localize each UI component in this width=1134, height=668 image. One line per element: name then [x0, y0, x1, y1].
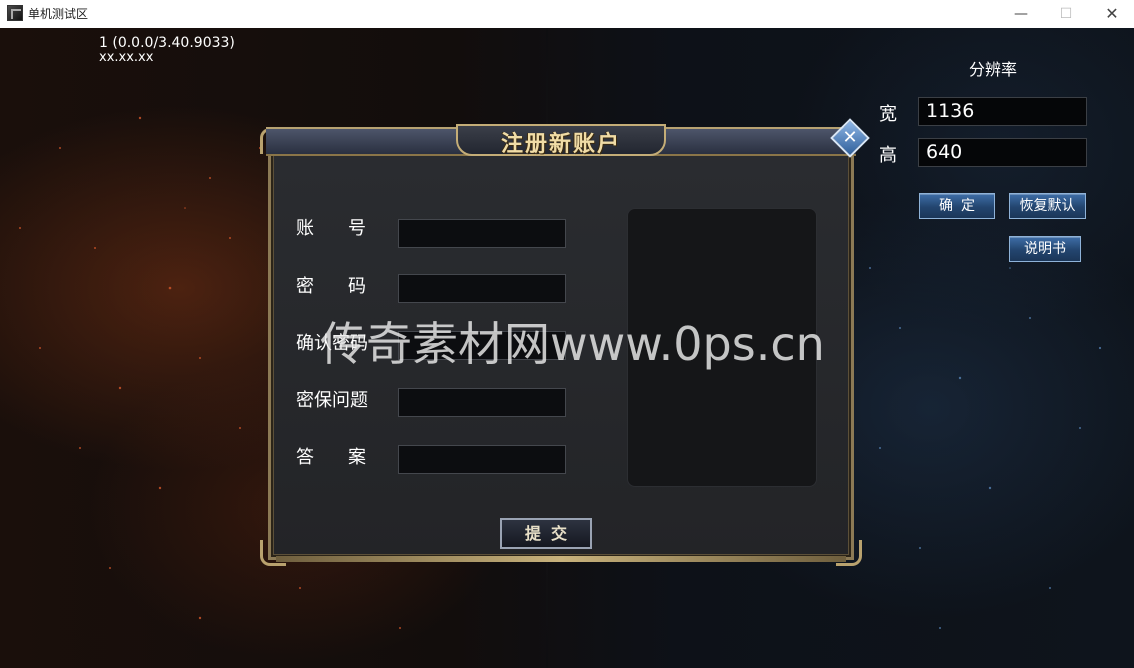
answer-label: 答案: [296, 447, 400, 468]
resolution-height-label: 高: [879, 145, 897, 166]
account-input[interactable]: [398, 219, 566, 248]
dialog-title: 注册新账户: [500, 131, 621, 157]
password-input[interactable]: [398, 274, 566, 303]
close-icon[interactable]: ✕: [836, 124, 864, 152]
close-window-button[interactable]: ✕: [1089, 0, 1134, 28]
answer-input[interactable]: [398, 445, 566, 474]
resolution-width-input[interactable]: 1136: [918, 97, 1087, 126]
server-ip: xx.xx.xx: [99, 50, 154, 65]
minimize-button[interactable]: —: [998, 0, 1044, 28]
resolution-confirm-button[interactable]: 确定: [919, 193, 995, 219]
password-label: 密码: [296, 276, 400, 297]
app-icon: [7, 5, 23, 21]
resolution-width-label: 宽: [879, 104, 897, 125]
account-label: 账号: [296, 218, 400, 239]
window-title: 单机测试区: [28, 7, 89, 21]
game-window: 单机测试区 — ☐ ✕ 1 (0.0.0/3.40.9033) xx.xx.xx…: [0, 0, 1134, 668]
dialog-header: 注册新账户: [256, 124, 866, 158]
game-scene: 1 (0.0.0/3.40.9033) xx.xx.xx 分辨率 宽 1136 …: [0, 28, 1134, 668]
corner-ornament-bottom-left: [260, 540, 286, 566]
manual-button[interactable]: 说明书: [1009, 236, 1081, 262]
security-question-input[interactable]: [398, 388, 566, 417]
restore-default-button[interactable]: 恢复默认: [1009, 193, 1086, 219]
resolution-title: 分辨率: [969, 60, 1018, 79]
maximize-button[interactable]: ☐: [1043, 0, 1089, 28]
submit-button[interactable]: 提交: [500, 518, 592, 549]
client-version: 1 (0.0.0/3.40.9033): [99, 35, 235, 51]
security-question-label: 密保问题: [296, 390, 368, 411]
watermark-text: 传奇素材网www.0ps.cn: [320, 317, 825, 371]
title-bar: 单机测试区 — ☐ ✕: [0, 0, 1134, 28]
dialog-bottom-border: [276, 556, 846, 562]
resolution-height-input[interactable]: 640: [918, 138, 1087, 167]
corner-ornament-bottom-right: [836, 540, 862, 566]
